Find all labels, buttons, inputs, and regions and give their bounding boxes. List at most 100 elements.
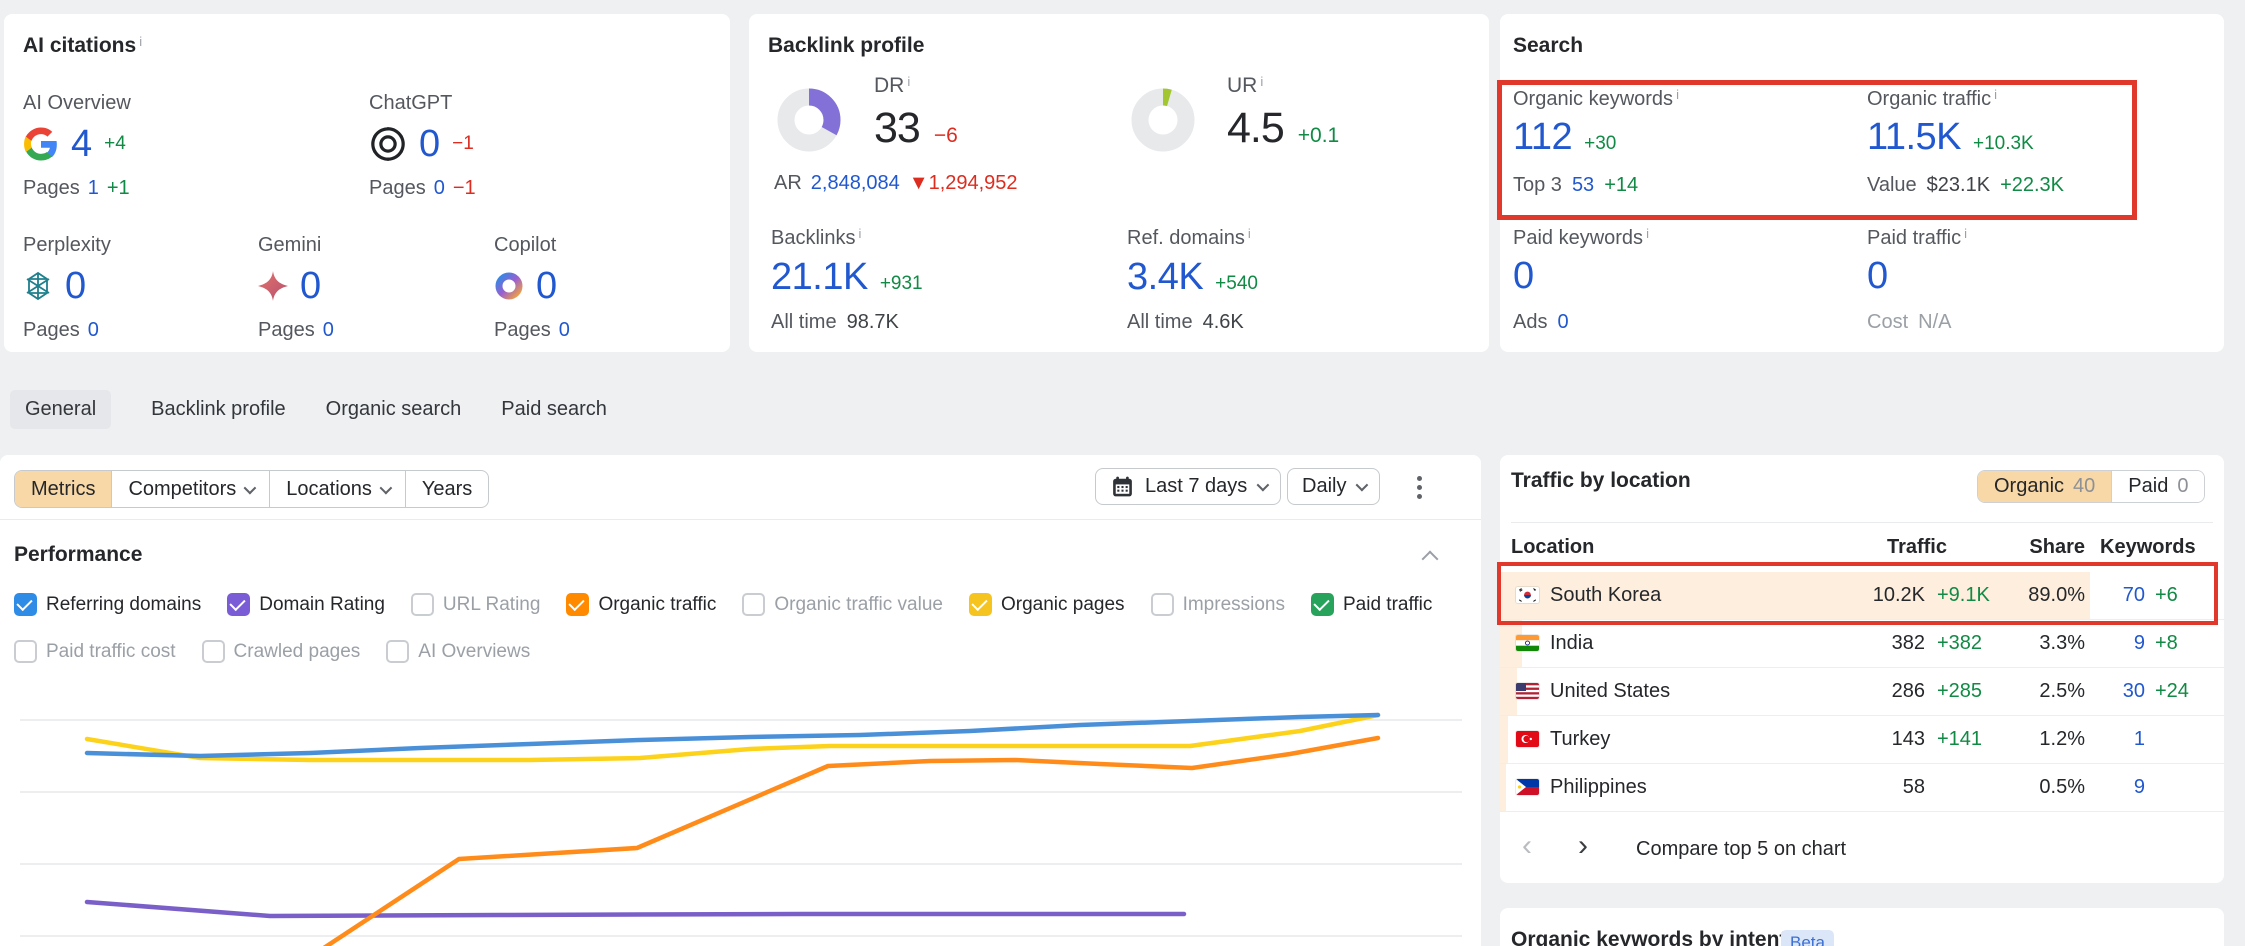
- value-amount: $23.1K: [1927, 174, 1990, 197]
- compare-top5-link[interactable]: Compare top 5 on chart: [1636, 838, 1846, 861]
- pages-value[interactable]: 0: [434, 177, 445, 200]
- info-icon[interactable]: i: [1248, 226, 1251, 241]
- pages-value[interactable]: 0: [323, 319, 334, 342]
- pages-value[interactable]: 0: [559, 319, 570, 342]
- tab-paid-search[interactable]: Paid search: [501, 398, 607, 421]
- checkbox-referring-domains[interactable]: Referring domains: [14, 593, 201, 616]
- keywords-value[interactable]: 9: [2075, 632, 2145, 655]
- checkbox-organic-pages[interactable]: Organic pages: [969, 593, 1125, 616]
- previous-page-button[interactable]: ‹: [1522, 831, 1532, 861]
- toggle-organic-label: Organic: [1994, 475, 2064, 498]
- info-icon[interactable]: i: [1964, 226, 1967, 241]
- toggle-organic-count: 40: [2073, 475, 2095, 498]
- years-tab-button[interactable]: Years: [406, 471, 488, 507]
- checkbox-organic-traffic[interactable]: Organic traffic: [566, 593, 716, 616]
- pages-value[interactable]: 1: [88, 177, 99, 200]
- info-icon[interactable]: i: [1994, 87, 1997, 102]
- checkbox-crawled-pages[interactable]: Crawled pages: [202, 640, 361, 663]
- keywords-value[interactable]: 70: [2075, 584, 2145, 607]
- gemini-value[interactable]: 0: [300, 265, 321, 308]
- refdomains-value[interactable]: 3.4K: [1127, 256, 1203, 299]
- search-title: Search: [1513, 34, 1583, 57]
- info-icon[interactable]: i: [139, 34, 142, 49]
- locations-dropdown[interactable]: Locations: [270, 471, 406, 507]
- info-icon[interactable]: i: [858, 226, 861, 241]
- competitors-label: Competitors: [128, 478, 236, 501]
- pages-label: Pages: [258, 319, 315, 342]
- granularity-dropdown[interactable]: Daily: [1287, 468, 1380, 505]
- dr-donut-chart: [777, 88, 841, 152]
- checkbox-paid-traffic[interactable]: Paid traffic: [1311, 593, 1432, 616]
- ur-value: 4.5: [1227, 104, 1284, 153]
- more-options-button[interactable]: [1417, 476, 1422, 499]
- column-header-traffic[interactable]: Traffic: [1797, 536, 1947, 559]
- keywords-by-intent-card: Organic keywords by intent Beta: [1500, 908, 2224, 946]
- ads-value[interactable]: 0: [1557, 311, 1568, 334]
- keywords-value[interactable]: 1: [2075, 728, 2145, 751]
- pages-value[interactable]: 0: [88, 319, 99, 342]
- checkbox-paid-traffic-cost[interactable]: Paid traffic cost: [14, 640, 176, 663]
- keywords-value[interactable]: 30: [2075, 680, 2145, 703]
- next-page-button[interactable]: ›: [1578, 831, 1588, 861]
- performance-line-chart[interactable]: [0, 670, 1481, 946]
- dr-value: 33: [874, 104, 920, 153]
- traffic-value: 286: [1795, 680, 1925, 703]
- top3-value[interactable]: 53: [1572, 174, 1594, 197]
- ai-overview-value[interactable]: 4: [71, 123, 92, 166]
- paid-traffic-value[interactable]: 0: [1867, 255, 1888, 297]
- checkbox-impressions[interactable]: Impressions: [1151, 593, 1285, 616]
- united-states-flag-icon: [1516, 683, 1539, 699]
- checkbox-label: Paid traffic: [1343, 594, 1432, 616]
- tab-backlink-profile[interactable]: Backlink profile: [151, 398, 286, 421]
- competitors-dropdown[interactable]: Competitors: [112, 471, 270, 507]
- column-header-keywords[interactable]: Keywords: [2100, 536, 2193, 559]
- checkbox-domain-rating[interactable]: Domain Rating: [227, 593, 385, 616]
- toggle-paid[interactable]: Paid0: [2111, 471, 2204, 502]
- info-icon[interactable]: i: [1260, 74, 1263, 89]
- toggle-organic[interactable]: Organic 40: [1978, 471, 2111, 502]
- date-range-dropdown[interactable]: Last 7 days: [1095, 468, 1281, 505]
- location-row-philippines[interactable]: Philippines 58 0.5% 9: [1500, 764, 2224, 812]
- tab-general[interactable]: General: [10, 390, 111, 429]
- dr-delta: −6: [934, 124, 958, 148]
- granularity-label: Daily: [1302, 475, 1346, 498]
- series-domain-rating: [87, 902, 1184, 916]
- checkbox-organic-traffic-value[interactable]: Organic traffic value: [742, 593, 943, 616]
- keywords-value[interactable]: 9: [2075, 776, 2145, 799]
- checkbox-url-rating[interactable]: URL Rating: [411, 593, 541, 616]
- metrics-tab-button[interactable]: Metrics: [15, 471, 112, 507]
- organic-traffic-value[interactable]: 11.5K: [1867, 116, 1961, 159]
- gemini-block: Gemini 0 Pages0: [258, 234, 478, 364]
- collapse-section-icon[interactable]: [1422, 551, 1439, 568]
- location-name: Turkey: [1550, 728, 1610, 751]
- chatgpt-value[interactable]: 0: [419, 123, 440, 166]
- south-korea-flag-icon: [1516, 587, 1539, 603]
- pages-delta: −1: [453, 177, 476, 200]
- ar-label: AR: [774, 172, 802, 195]
- traffic-delta: +382: [1937, 632, 1982, 655]
- info-icon[interactable]: i: [907, 74, 910, 89]
- info-icon[interactable]: i: [1676, 87, 1679, 102]
- location-row-india[interactable]: India 382 +382 3.3% 9 +8: [1500, 620, 2224, 668]
- copilot-value[interactable]: 0: [536, 265, 557, 308]
- perplexity-label: Perplexity: [23, 234, 243, 257]
- location-row-south-korea[interactable]: South Korea 10.2K +9.1K 89.0% 70 +6: [1500, 572, 2224, 620]
- perplexity-value[interactable]: 0: [65, 265, 86, 308]
- location-row-turkey[interactable]: Turkey 143 +141 1.2% 1: [1500, 716, 2224, 764]
- tab-organic-search[interactable]: Organic search: [326, 398, 462, 421]
- column-header-share[interactable]: Share: [1995, 536, 2085, 559]
- location-row-united-states[interactable]: United States 286 +285 2.5% 30 +24: [1500, 668, 2224, 716]
- organic-keywords-value[interactable]: 112: [1513, 116, 1572, 159]
- ar-value[interactable]: 2,848,084: [811, 172, 900, 195]
- location-name: Philippines: [1550, 776, 1647, 799]
- seo-dashboard: AI citationsi AI Overview 4 +4 Pages1+1 …: [0, 0, 2245, 946]
- info-icon[interactable]: i: [1646, 226, 1649, 241]
- backlinks-value[interactable]: 21.1K: [771, 256, 868, 299]
- column-header-location[interactable]: Location: [1511, 536, 1594, 559]
- google-icon: [23, 126, 59, 162]
- ai-overview-delta: +4: [104, 133, 126, 155]
- paid-keywords-value[interactable]: 0: [1513, 255, 1534, 297]
- checkbox-ai-overviews[interactable]: AI Overviews: [386, 640, 530, 663]
- report-tabs: General Backlink profile Organic search …: [10, 389, 607, 429]
- value-delta: +22.3K: [2000, 174, 2064, 197]
